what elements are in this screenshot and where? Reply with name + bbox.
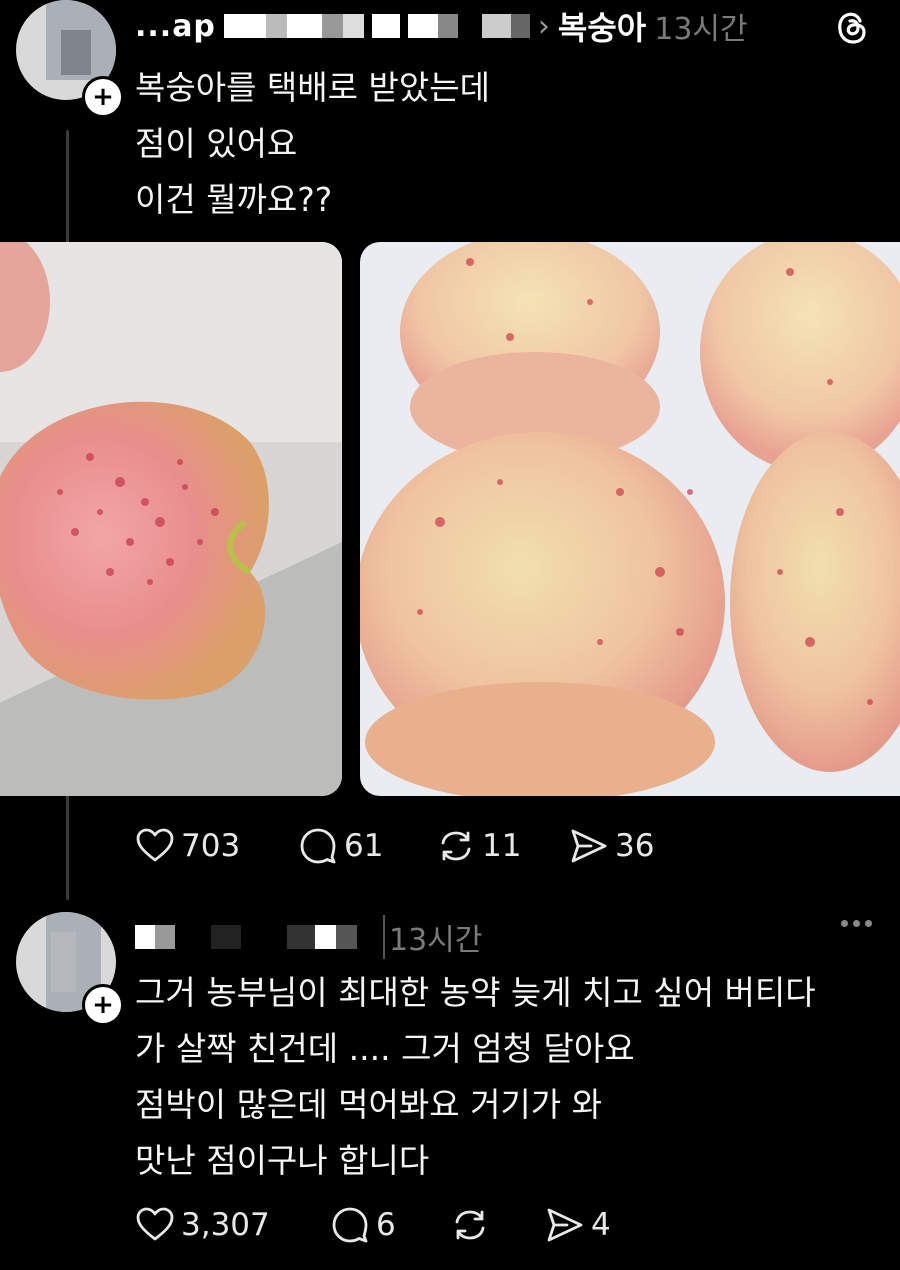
comment-bubble-icon	[300, 828, 336, 864]
repost-icon	[441, 831, 471, 861]
like-count: 703	[181, 828, 241, 864]
post-photo-1[interactable]	[0, 242, 342, 796]
reply-time: 13시간	[383, 915, 482, 959]
follow-plus-icon[interactable]: +	[82, 76, 124, 118]
share-button[interactable]: 4	[545, 1205, 611, 1245]
post-text-line: 점이 있어요	[135, 124, 298, 163]
send-icon	[571, 829, 607, 863]
topic-tag[interactable]: 복숭아	[558, 3, 646, 49]
share-count: 36	[615, 828, 655, 864]
reply-count: 6	[376, 1207, 396, 1243]
post-text-line: 복숭아를 택배로 받았는데	[135, 68, 490, 107]
redacted-block	[407, 14, 458, 38]
reply-text-line: 가 살짝 친건데 .... 그거 엄청 달아요	[135, 1029, 635, 1068]
chevron-right-icon: ›	[537, 8, 550, 44]
follow-plus-icon[interactable]: +	[82, 984, 124, 1026]
reply-button[interactable]: 61	[298, 826, 436, 866]
peach-photo-image	[360, 242, 900, 796]
reply-body: 그거 농부님이 최대한 농약 늦게 치고 싶어 버티다 가 살짝 친건데 ...…	[135, 965, 816, 1189]
repost-button[interactable]	[450, 1205, 545, 1245]
post-actions: 703 61 11 36	[135, 826, 654, 866]
repost-button[interactable]: 11	[436, 826, 569, 866]
redacted-block	[211, 925, 241, 949]
post-header: ...ap › 복숭아 13시간	[135, 0, 748, 52]
heart-icon	[136, 828, 174, 862]
threads-logo-icon[interactable]	[832, 8, 872, 48]
reply-header: 13시간	[135, 912, 482, 962]
redacted-block	[287, 925, 357, 949]
peach-photo-image	[0, 242, 342, 796]
reply-count: 61	[344, 828, 384, 864]
redacted-block	[481, 14, 530, 38]
post-time: 13시간	[654, 12, 748, 47]
like-button[interactable]: 3,307	[135, 1205, 330, 1245]
redacted-name	[135, 925, 175, 949]
more-dots-icon[interactable]	[841, 920, 872, 927]
share-count: 4	[591, 1207, 611, 1243]
like-count: 3,307	[181, 1207, 270, 1243]
like-button[interactable]: 703	[135, 826, 298, 866]
reply-text-line: 맛난 점이구나 합니다	[135, 1141, 430, 1180]
redacted-name	[223, 14, 364, 38]
reply-text-line: 그거 농부님이 최대한 농약 늦게 치고 싶어 버티다	[135, 973, 816, 1012]
post-photo-2[interactable]	[360, 242, 900, 796]
post-body: 복숭아를 택배로 받았는데 점이 있어요 이건 뭘까요??	[135, 60, 490, 228]
reply-actions: 3,307 6 4	[135, 1205, 611, 1245]
comment-bubble-icon	[332, 1207, 368, 1243]
heart-icon	[136, 1207, 174, 1241]
repost-count: 11	[482, 828, 522, 864]
send-icon	[547, 1208, 583, 1242]
reply-button[interactable]: 6	[330, 1205, 450, 1245]
author-name[interactable]: ...ap	[135, 9, 216, 44]
post-text-line: 이건 뭘까요??	[135, 180, 333, 219]
reply-text-line: 점박이 많은데 먹어봐요 거기가 와	[135, 1085, 602, 1124]
redacted-block	[371, 14, 400, 38]
repost-icon	[455, 1210, 485, 1240]
share-button[interactable]: 36	[569, 826, 654, 866]
